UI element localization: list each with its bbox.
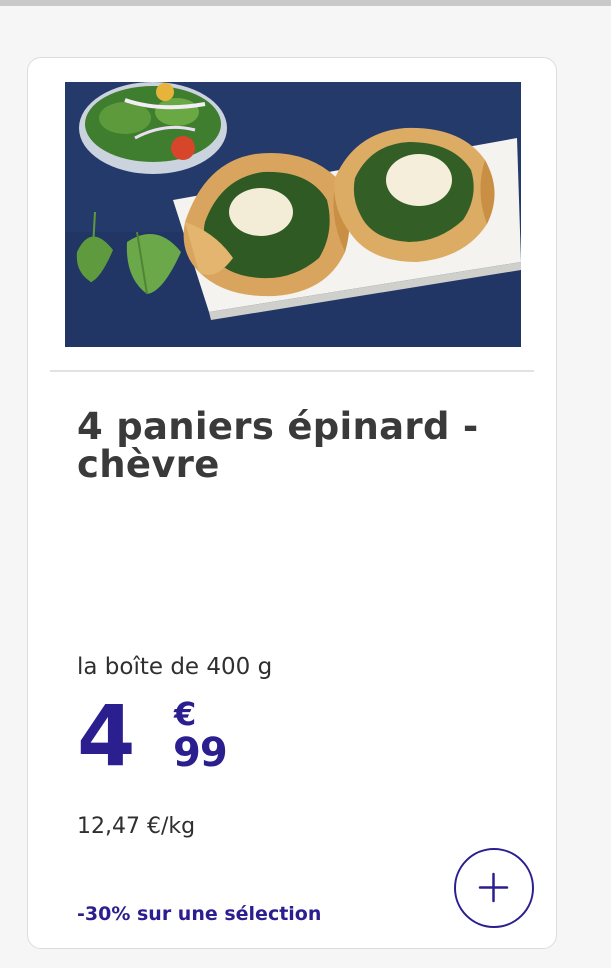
top-bar xyxy=(0,0,611,6)
promo-text[interactable]: -30% sur une sélection xyxy=(77,903,321,925)
package-size: la boîte de 400 g xyxy=(77,654,273,680)
product-card[interactable]: 4 paniers épinard - chèvre la boîte de 4… xyxy=(27,57,557,949)
price-integer: 4 xyxy=(77,687,135,785)
product-image[interactable] xyxy=(65,82,521,347)
product-photo xyxy=(65,82,521,347)
add-to-cart-button[interactable] xyxy=(454,848,534,928)
price-decimal: 99 xyxy=(173,730,228,776)
plus-icon xyxy=(478,872,509,903)
product-title: 4 paniers épinard - chèvre xyxy=(77,405,479,486)
price-currency: € xyxy=(174,695,197,733)
unit-price: 12,47 €/kg xyxy=(77,814,196,839)
divider xyxy=(50,370,534,372)
